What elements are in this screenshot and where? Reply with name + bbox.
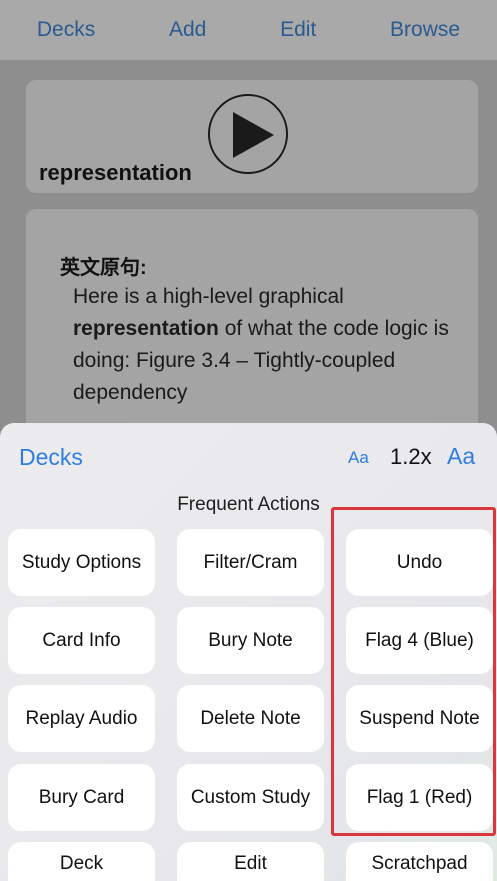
card-info-button[interactable]: Card Info — [8, 607, 155, 674]
suspend-note-button[interactable]: Suspend Note — [346, 685, 493, 752]
answer-heading: 英文原句: — [60, 257, 147, 279]
scratchpad-button[interactable]: Scratchpad — [346, 842, 493, 881]
decrease-font-button[interactable]: Aa — [348, 448, 369, 468]
sentence-highlighted-word: representation — [73, 317, 219, 340]
sentence-text-before: Here is a high-level graphical — [73, 285, 344, 308]
actions-sheet: Decks Aa 1.2x Aa Frequent Actions Study … — [0, 423, 497, 881]
bury-card-button[interactable]: Bury Card — [8, 764, 155, 831]
replay-audio-button[interactable]: Replay Audio — [8, 685, 155, 752]
nav-edit[interactable]: Edit — [270, 18, 326, 42]
example-sentence: Here is a high-level graphical represent… — [73, 281, 473, 409]
nav-add[interactable]: Add — [159, 18, 216, 42]
answer-card: 英文原句: Here is a high-level graphical rep… — [26, 209, 478, 449]
increase-font-button[interactable]: Aa — [447, 443, 475, 470]
card-word: representation — [39, 160, 192, 185]
deck-button[interactable]: Deck — [8, 842, 155, 881]
edit-button[interactable]: Edit — [177, 842, 324, 881]
nav-decks[interactable]: Decks — [27, 18, 105, 42]
delete-note-button[interactable]: Delete Note — [177, 685, 324, 752]
study-options-button[interactable]: Study Options — [8, 529, 155, 596]
bury-note-button[interactable]: Bury Note — [177, 607, 324, 674]
filter-cram-button[interactable]: Filter/Cram — [177, 529, 324, 596]
frequent-actions-title: Frequent Actions — [177, 494, 320, 515]
custom-study-button[interactable]: Custom Study — [177, 764, 324, 831]
sheet-header: Decks Aa 1.2x Aa — [0, 423, 497, 493]
sheet-decks-button[interactable]: Decks — [19, 444, 83, 471]
nav-browse[interactable]: Browse — [380, 18, 470, 42]
play-audio-button[interactable] — [208, 94, 288, 174]
flag-blue-button[interactable]: Flag 4 (Blue) — [346, 607, 493, 674]
question-card: representation — [26, 80, 478, 193]
flag-red-button[interactable]: Flag 1 (Red) — [346, 764, 493, 831]
zoom-level: 1.2x — [390, 444, 432, 469]
play-icon — [233, 112, 274, 158]
undo-button[interactable]: Undo — [346, 529, 493, 596]
top-navigation-bar: Decks Add Edit Browse — [0, 0, 497, 60]
